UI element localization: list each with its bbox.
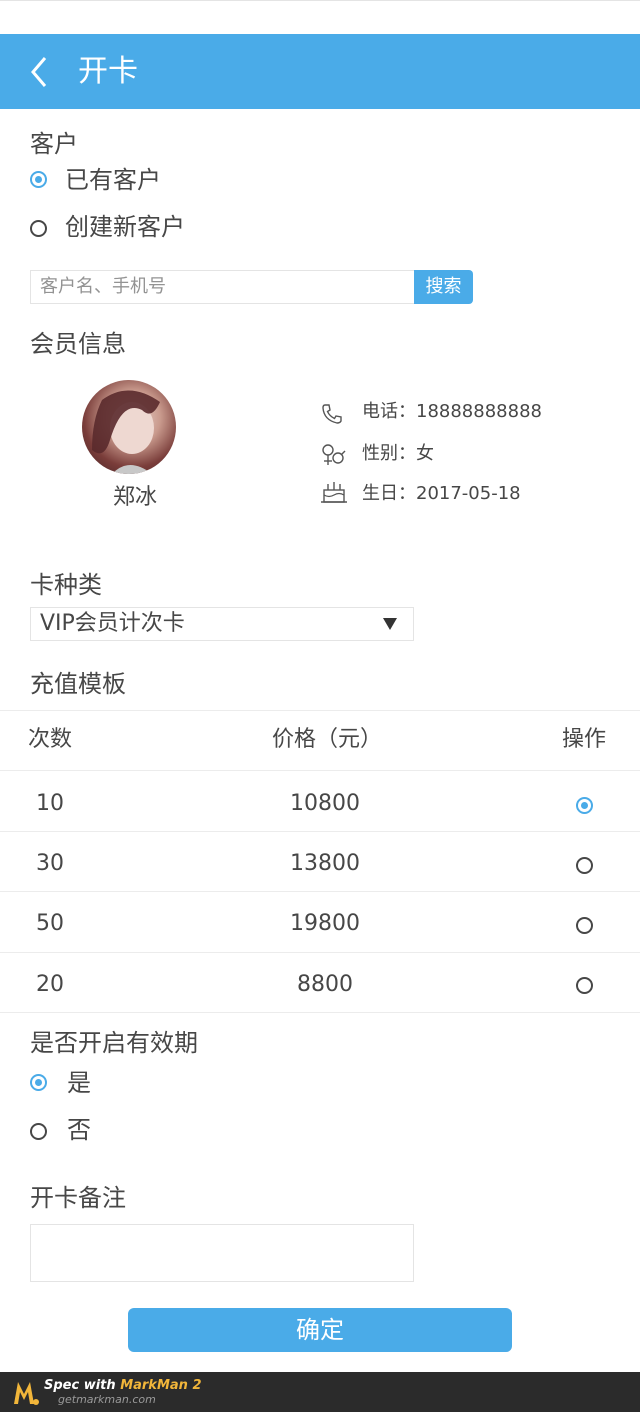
chevron-left-icon[interactable] xyxy=(26,56,56,88)
card-type-value: VIP会员计次卡 xyxy=(40,611,185,636)
customer-section-label: 客户 xyxy=(30,130,78,158)
phone-icon xyxy=(322,404,342,424)
validity-yes-label[interactable]: 是 xyxy=(67,1069,91,1097)
dropdown-caret-icon[interactable] xyxy=(383,618,397,630)
confirm-button[interactable]: 确定 xyxy=(128,1308,512,1352)
row-price: 19800 xyxy=(290,911,360,936)
row-count: 30 xyxy=(36,851,64,876)
markman-logo-icon xyxy=(14,1382,39,1405)
search-placeholder: 客户名、手机号 xyxy=(40,276,166,297)
radio-validity-yes[interactable] xyxy=(30,1074,47,1091)
header-price: 价格（元） xyxy=(272,727,383,752)
row-count: 10 xyxy=(36,791,64,816)
radio-new-customer[interactable] xyxy=(30,220,47,237)
row-select-radio[interactable] xyxy=(576,857,593,874)
birthday-cake-icon xyxy=(321,482,347,503)
footer-url: getmarkman.com xyxy=(58,1393,156,1406)
row-select-radio[interactable] xyxy=(576,797,593,814)
radio-existing-customer[interactable] xyxy=(30,171,47,188)
existing-customer-label[interactable]: 已有客户 xyxy=(65,166,161,194)
row-count: 20 xyxy=(36,972,64,997)
header-action: 操作 xyxy=(562,727,607,752)
header-count: 次数 xyxy=(28,727,73,752)
row-select-radio[interactable] xyxy=(576,977,593,994)
new-customer-label[interactable]: 创建新客户 xyxy=(65,213,185,241)
divider xyxy=(0,831,640,832)
page-title: 开卡 xyxy=(78,54,138,89)
avatar xyxy=(82,380,176,474)
divider xyxy=(0,770,640,771)
footer-brand: Spec with MarkMan 2 xyxy=(44,1378,202,1394)
template-label: 充值模板 xyxy=(30,670,126,698)
remark-textarea[interactable] xyxy=(30,1224,414,1282)
divider xyxy=(0,710,640,711)
member-birthday: 生日：2017-05-18 xyxy=(362,483,521,504)
avatar-photo xyxy=(92,390,160,474)
row-price: 10800 xyxy=(290,791,360,816)
member-gender: 性别：女 xyxy=(362,443,434,464)
divider xyxy=(0,1012,640,1013)
status-strip xyxy=(0,0,640,34)
row-count: 50 xyxy=(36,911,64,936)
member-name: 郑冰 xyxy=(113,485,158,510)
row-price: 13800 xyxy=(290,851,360,876)
row-price: 8800 xyxy=(297,972,353,997)
divider xyxy=(0,952,640,953)
validity-label: 是否开启有效期 xyxy=(30,1029,198,1057)
divider xyxy=(0,891,640,892)
radio-validity-no[interactable] xyxy=(30,1123,47,1140)
search-button[interactable]: 搜索 xyxy=(414,270,473,304)
member-section-label: 会员信息 xyxy=(30,330,126,358)
validity-no-label[interactable]: 否 xyxy=(67,1116,91,1144)
remark-label: 开卡备注 xyxy=(30,1184,126,1212)
member-phone: 电话：18888888888 xyxy=(362,401,542,422)
row-select-radio[interactable] xyxy=(576,917,593,934)
footer-brand-name: MarkMan 2 xyxy=(120,1378,202,1393)
card-type-label: 卡种类 xyxy=(30,571,102,599)
gender-icon xyxy=(322,444,346,465)
footer-brand-prefix: Spec with xyxy=(44,1378,121,1393)
